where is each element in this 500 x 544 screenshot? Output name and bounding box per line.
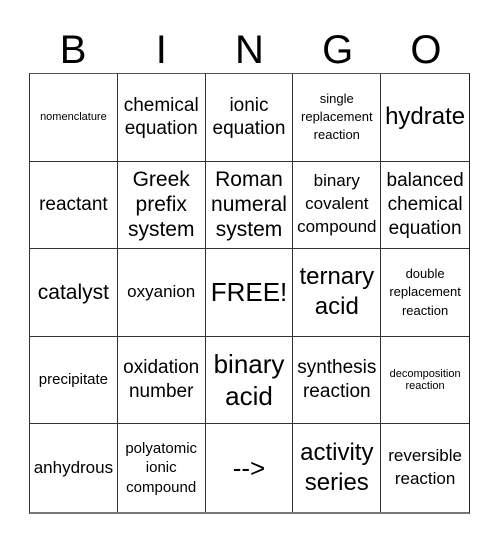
bingo-cell[interactable]: single replacement reaction [293,74,382,162]
bingo-header: B I N G O [29,26,470,74]
bingo-cell[interactable]: reversible reaction [381,424,469,512]
bingo-cell[interactable]: nomenclature [30,74,118,162]
bingo-cell[interactable]: hydrate [381,74,469,162]
bingo-cell[interactable]: precipitate [30,336,118,425]
header-letter-b: B [59,28,87,72]
bingo-cell[interactable]: oxidation number [117,336,206,425]
bingo-cell[interactable]: activity series [293,424,382,512]
bingo-cell[interactable]: --> [206,424,294,512]
bingo-cell[interactable]: binary covalent compound [293,161,382,250]
bingo-cell[interactable]: ionic equation [205,74,294,162]
bingo-cell[interactable]: anhydrous [30,424,118,512]
header-letter-n: N [235,28,264,72]
bingo-cell[interactable]: chemical equation [117,74,206,162]
header-letter-o: O [410,28,442,72]
bingo-cell[interactable]: polyatomic ionic compound [118,424,206,512]
bingo-cell[interactable]: decomposition reaction [381,337,469,425]
bingo-cell[interactable]: binary acid [205,336,294,425]
bingo-cell[interactable]: Roman numeral system [205,161,294,250]
header-letter-g: G [322,28,354,72]
free-space[interactable]: FREE! [205,249,294,337]
bingo-cell[interactable]: synthesis reaction [293,336,382,425]
bingo-cell[interactable]: reactant [30,161,118,250]
bingo-grid: nomenclature chemical equation ionic equ… [29,73,470,514]
bingo-cell[interactable]: balanced chemical equation [381,162,469,250]
header-letter-i: I [155,28,167,72]
bingo-cell[interactable]: catalyst [30,249,118,337]
bingo-cell[interactable]: ternary acid [293,249,382,337]
bingo-cell[interactable]: double replacement reaction [381,249,469,337]
bingo-cell[interactable]: oxyanion [117,249,206,337]
bingo-cell[interactable]: Greek prefix system [117,161,206,250]
